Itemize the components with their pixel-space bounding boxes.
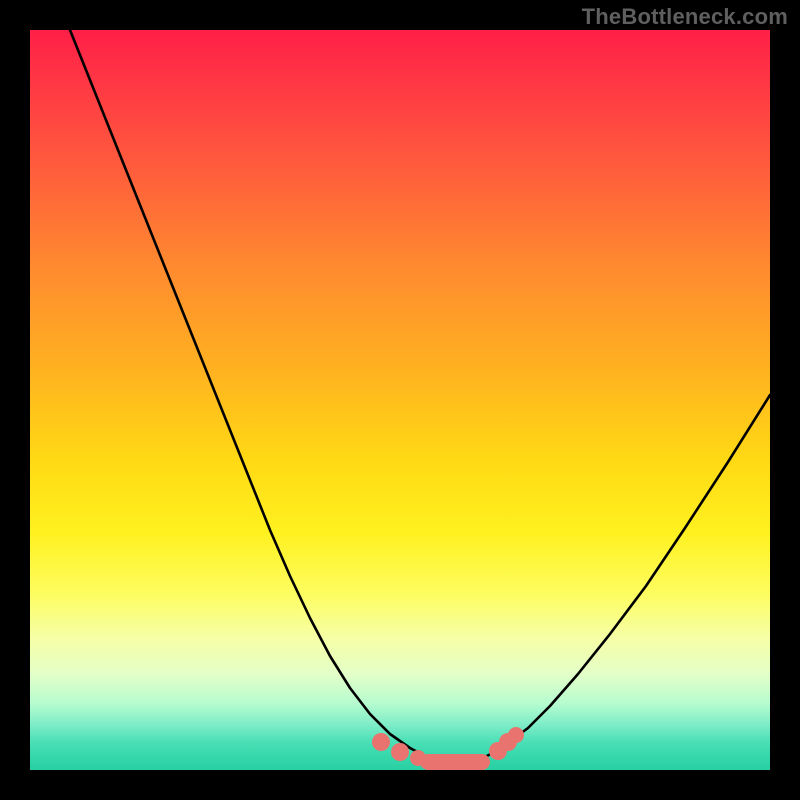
bottleneck-curve	[70, 30, 770, 762]
curve-plateau-marker	[420, 754, 490, 770]
curve-marker	[508, 727, 524, 743]
curve-marker	[391, 743, 409, 761]
chart-svg	[30, 30, 770, 770]
watermark-text: TheBottleneck.com	[582, 4, 788, 30]
curve-marker	[372, 733, 390, 751]
plot-area	[30, 30, 770, 770]
